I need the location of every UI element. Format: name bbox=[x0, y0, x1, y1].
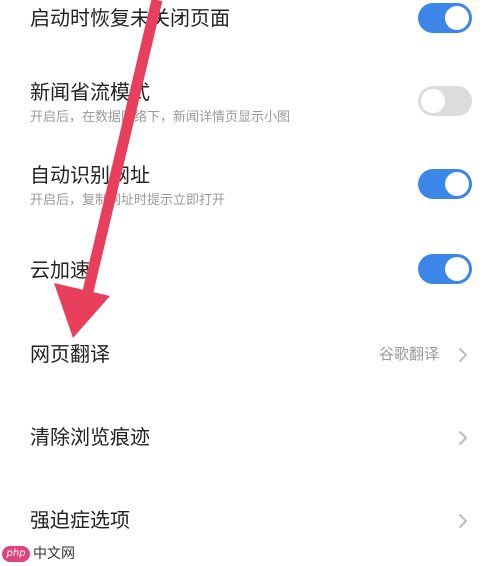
setting-title: 云加速 bbox=[30, 258, 90, 282]
setting-title: 自动识别网址 bbox=[30, 163, 150, 187]
chevron-right-icon bbox=[459, 348, 467, 362]
setting-row-cloud-acceleration[interactable]: 云加速 bbox=[0, 245, 491, 295]
toggle-knob bbox=[445, 6, 469, 30]
cloud-acceleration-toggle[interactable] bbox=[418, 254, 472, 284]
setting-row-auto-detect-url[interactable]: 自动识别网址 开启后，复制网址时提示立即打开 bbox=[0, 155, 491, 225]
setting-row-ocd-options[interactable]: 强迫症选项 bbox=[0, 497, 491, 547]
news-data-saver-toggle[interactable] bbox=[418, 86, 472, 116]
watermark-text: 中文网 bbox=[33, 546, 75, 562]
setting-row-news-data-saver[interactable]: 新闻省流模式 开启后，在数据网络下，新闻详情页显示小图 bbox=[0, 70, 491, 140]
setting-title: 新闻省流模式 bbox=[30, 80, 150, 104]
auto-detect-url-toggle[interactable] bbox=[418, 169, 472, 199]
watermark-badge: php bbox=[2, 546, 30, 562]
setting-row-clear-history[interactable]: 清除浏览痕迹 bbox=[0, 413, 491, 463]
toggle-knob bbox=[445, 172, 469, 196]
setting-title: 清除浏览痕迹 bbox=[30, 425, 150, 449]
translate-engine-value: 谷歌翻译 bbox=[378, 345, 439, 363]
chevron-right-icon bbox=[459, 514, 467, 528]
setting-title: 强迫症选项 bbox=[30, 508, 130, 532]
setting-subtitle: 开启后，在数据网络下，新闻详情页显示小图 bbox=[30, 110, 291, 125]
setting-title: 启动时恢复未关闭页面 bbox=[30, 6, 230, 30]
setting-title: 网页翻译 bbox=[30, 342, 110, 366]
restore-pages-toggle[interactable] bbox=[418, 3, 472, 33]
chevron-right-icon bbox=[459, 431, 467, 445]
setting-row-web-translate[interactable]: 网页翻译 谷歌翻译 bbox=[0, 330, 491, 380]
toggle-knob bbox=[445, 257, 469, 281]
setting-row-restore-pages[interactable]: 启动时恢复未关闭页面 bbox=[0, 0, 491, 44]
toggle-knob bbox=[421, 89, 445, 113]
setting-subtitle: 开启后，复制网址时提示立即打开 bbox=[30, 193, 226, 208]
